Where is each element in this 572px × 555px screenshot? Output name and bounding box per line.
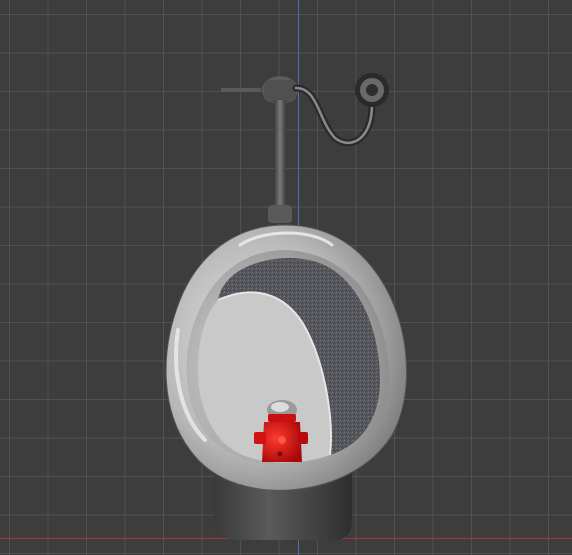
flush-pipe [274, 100, 286, 220]
flush-handle[interactable] [221, 88, 261, 92]
3d-viewport[interactable] [0, 0, 572, 555]
flush-valve[interactable] [221, 73, 389, 223]
scene-render[interactable] [0, 0, 572, 555]
